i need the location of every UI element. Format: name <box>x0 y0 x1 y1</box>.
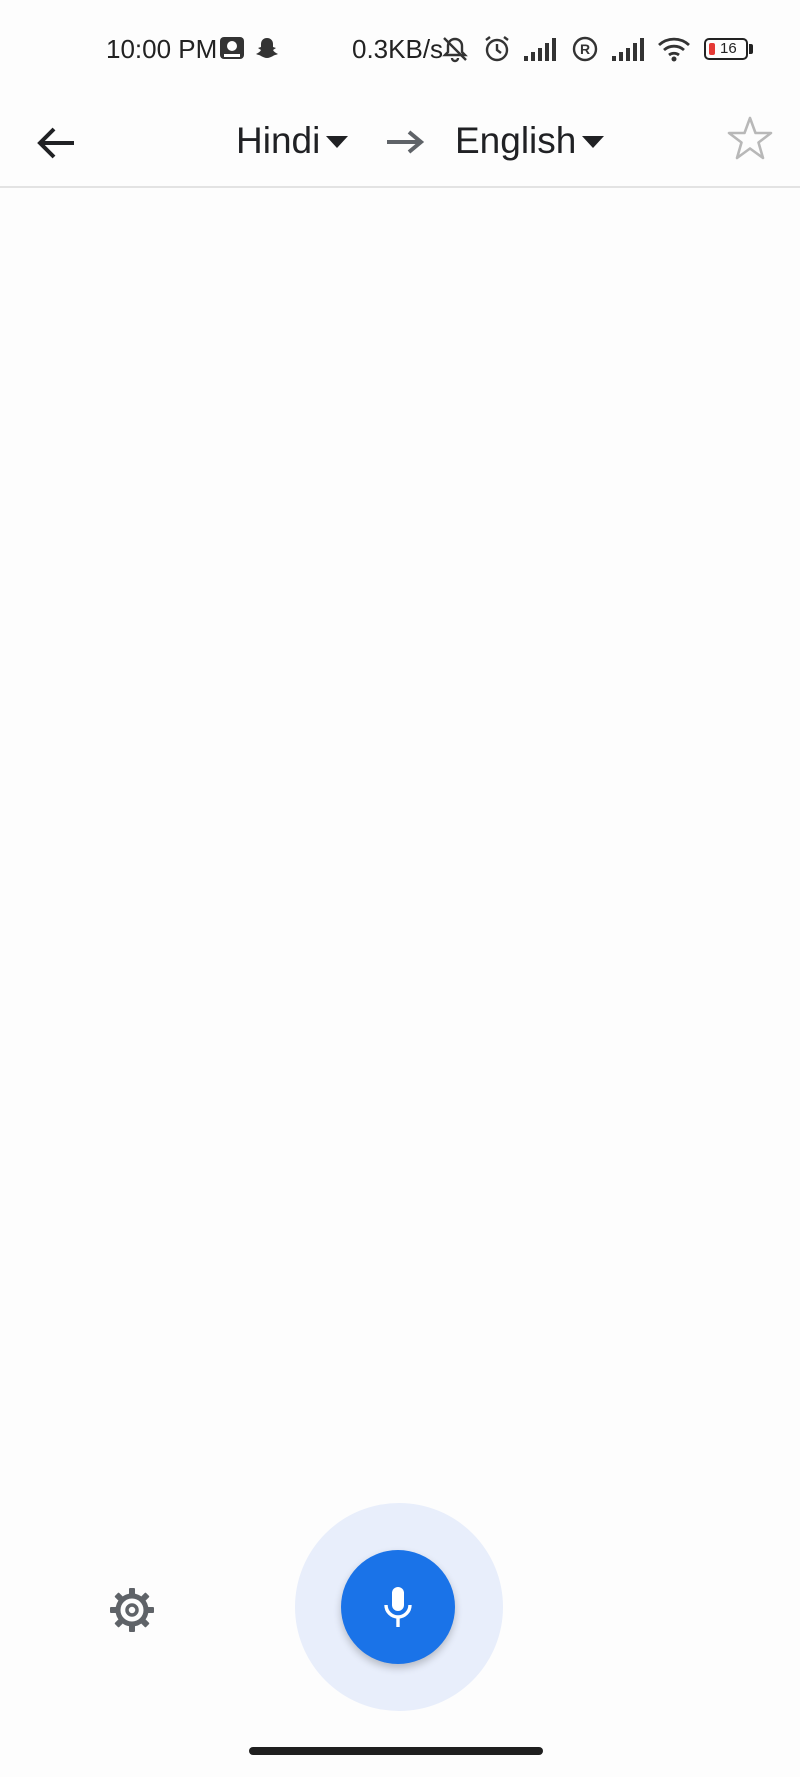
chevron-down-icon <box>326 136 349 148</box>
target-language-button[interactable]: English <box>455 110 605 172</box>
status-time: 10:00 PM <box>106 34 218 64</box>
signal-icon <box>612 38 644 61</box>
app-notification-icon <box>220 37 244 59</box>
gear-icon[interactable] <box>107 1585 157 1635</box>
battery-level: 16 <box>720 40 737 57</box>
snapchat-icon <box>256 38 278 58</box>
source-language-button[interactable]: Hindi <box>236 110 349 172</box>
battery-tip <box>749 44 753 54</box>
network-speed: 0.3KB/s <box>352 34 444 64</box>
microphone-button[interactable] <box>341 1550 455 1664</box>
source-language-label: Hindi <box>236 120 321 161</box>
signal-icon <box>524 38 556 61</box>
mute-icon <box>442 37 468 63</box>
transcript-area <box>0 188 800 1488</box>
home-indicator[interactable] <box>249 1747 543 1755</box>
arrow-left-icon[interactable] <box>30 116 84 170</box>
alarm-icon <box>485 36 509 62</box>
wifi-icon <box>658 37 690 62</box>
status-bar: 10:00 PM 0.3KB/s R 16 <box>0 0 800 96</box>
svg-text:R: R <box>580 41 590 57</box>
microphone-icon <box>384 1587 412 1627</box>
chevron-down-icon <box>582 136 605 148</box>
battery-icon: 16 <box>704 38 748 60</box>
star-outline-icon[interactable] <box>722 112 778 168</box>
arrow-right-icon <box>387 130 425 154</box>
roaming-icon: R <box>572 36 598 62</box>
target-language-label: English <box>455 120 577 161</box>
battery-level-fill <box>709 43 715 55</box>
app-toolbar: Hindi English <box>0 96 800 188</box>
